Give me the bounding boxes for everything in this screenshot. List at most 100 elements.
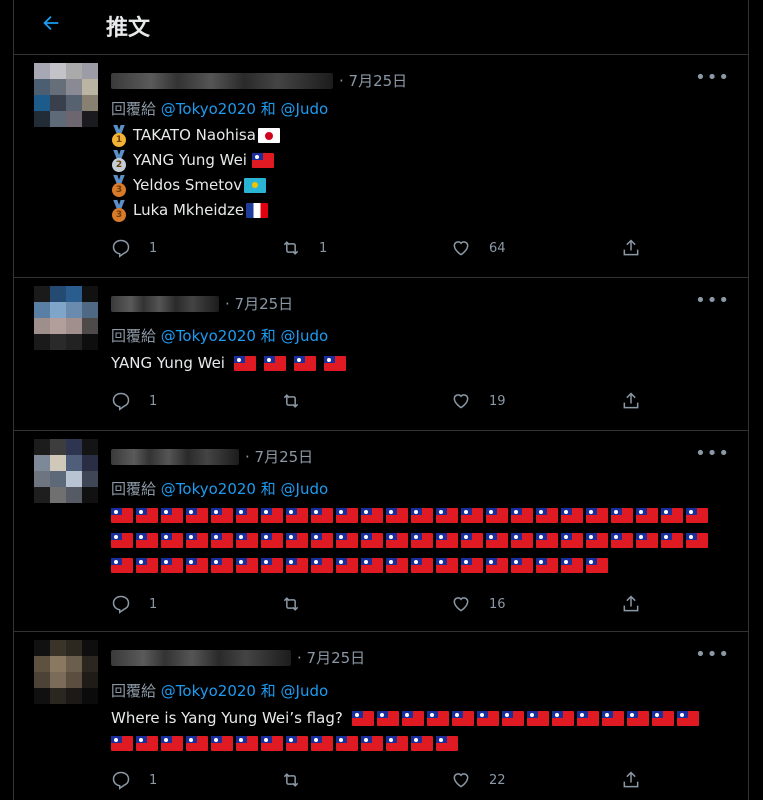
mention-link[interactable]: @Judo <box>281 100 329 118</box>
taiwan-flag-icon <box>511 558 533 573</box>
kazakhstan-flag-icon <box>244 178 267 193</box>
author-name[interactable]: · 7月25日 <box>111 647 365 668</box>
taiwan-flag-icon <box>261 558 283 573</box>
retweet-button[interactable] <box>281 391 319 411</box>
taiwan-flag-icon <box>293 356 316 371</box>
taiwan-flag-icon <box>261 533 283 548</box>
more-icon[interactable]: ••• <box>695 443 730 464</box>
tweet-date[interactable]: · 7月25日 <box>339 70 407 91</box>
mention-link[interactable]: @Tokyo2020 <box>161 682 256 700</box>
taiwan-flag-icon <box>186 736 208 751</box>
more-icon[interactable]: ••• <box>695 67 730 88</box>
reply-button[interactable]: 1 <box>111 391 157 411</box>
author-name[interactable]: · 7月25日 <box>111 446 313 467</box>
flag-row <box>351 709 702 727</box>
mention-link[interactable]: @Tokyo2020 <box>161 327 256 345</box>
mention-link[interactable]: @Judo <box>281 682 329 700</box>
taiwan-flag-icon <box>461 508 483 523</box>
share-button[interactable] <box>621 238 659 258</box>
reply-button[interactable]: 1 <box>111 238 157 258</box>
taiwan-flag-icon <box>586 533 608 548</box>
reply-button[interactable]: 1 <box>111 594 157 614</box>
taiwan-flag-icon <box>236 533 258 548</box>
reply-count: 1 <box>149 772 158 788</box>
tweet-text: 1 TAKATO Naohisa 2 YANG Yung Wei 3 Yeldos S… <box>111 123 280 223</box>
reply-icon <box>112 239 130 258</box>
retweet-icon <box>283 773 299 787</box>
like-button[interactable]: 22 <box>451 770 506 790</box>
more-icon[interactable]: ••• <box>695 644 730 665</box>
tweet[interactable]: · 7月25日 ••• 回覆給 @Tokyo2020 和 @Judo 1 16 <box>14 431 748 632</box>
tweet-text: Where is Yang Yung Wei’s flag? <box>111 706 702 756</box>
share-icon <box>623 239 639 256</box>
taiwan-flag-icon <box>626 711 649 726</box>
avatar[interactable] <box>34 439 98 503</box>
share-button[interactable] <box>621 391 659 411</box>
taiwan-flag-icon <box>486 508 508 523</box>
taiwan-flag-icon <box>561 533 583 548</box>
taiwan-flag-icon <box>323 356 346 371</box>
taiwan-flag-icon <box>161 558 183 573</box>
tweet[interactable]: · 7月25日 ••• 回覆給 @Tokyo2020 和 @Judo YANG … <box>14 278 748 431</box>
like-button[interactable]: 16 <box>451 594 506 614</box>
taiwan-flag-icon <box>636 533 658 548</box>
taiwan-flag-icon <box>336 508 358 523</box>
retweet-button[interactable] <box>281 770 319 790</box>
taiwan-flag-icon <box>511 508 533 523</box>
back-arrow-icon[interactable] <box>40 12 66 38</box>
mention-link[interactable]: @Tokyo2020 <box>161 480 256 498</box>
taiwan-flag-icon <box>361 558 383 573</box>
taiwan-flag-icon <box>386 533 408 548</box>
taiwan-flag-icon <box>211 508 233 523</box>
retweet-button[interactable]: 1 <box>281 238 327 258</box>
tweet-date[interactable]: · 7月25日 <box>245 446 313 467</box>
taiwan-flag-icon <box>136 736 158 751</box>
taiwan-flag-icon <box>501 711 524 726</box>
silver-medal-icon: 2 <box>111 149 127 172</box>
avatar[interactable] <box>34 286 98 350</box>
taiwan-flag-icon <box>111 508 133 523</box>
mention-link[interactable]: @Judo <box>281 327 329 345</box>
taiwan-flag-icon <box>311 558 333 573</box>
more-icon[interactable]: ••• <box>695 290 730 311</box>
avatar[interactable] <box>34 640 98 704</box>
author-name[interactable]: · 7月25日 <box>111 293 293 314</box>
like-button[interactable]: 19 <box>451 391 506 411</box>
author-name[interactable]: · 7月25日 <box>111 70 407 91</box>
tweet-date[interactable]: · 7月25日 <box>297 647 365 668</box>
mention-link[interactable]: @Tokyo2020 <box>161 100 256 118</box>
avatar[interactable] <box>34 63 98 127</box>
reply-prefix: 回覆給 <box>111 480 157 498</box>
taiwan-flag-icon <box>536 533 558 548</box>
reply-button[interactable]: 1 <box>111 770 157 790</box>
tweet-actions: 1 19 <box>111 391 641 415</box>
taiwan-flag-icon <box>401 711 424 726</box>
like-button[interactable]: 64 <box>451 238 506 258</box>
retweet-button[interactable] <box>281 594 319 614</box>
taiwan-flag-icon <box>411 558 433 573</box>
reply-conjunction: 和 <box>260 682 276 700</box>
share-icon <box>623 771 639 788</box>
timeline-column: 推文 · 7月25日 ••• 回覆給 @Tokyo2020 和 @Judo 1T… <box>13 0 749 800</box>
tweet-body-text: Where is Yang Yung Wei’s flag? <box>111 709 343 727</box>
taiwan-flag-icon <box>161 508 183 523</box>
blurred-username <box>111 448 239 465</box>
taiwan-flag-icon <box>211 736 233 751</box>
medal-line: 2 YANG Yung Wei <box>111 148 280 173</box>
taiwan-flag-icon <box>511 533 533 548</box>
tweet-date[interactable]: · 7月25日 <box>225 293 293 314</box>
taiwan-flag-icon <box>411 736 433 751</box>
taiwan-flag-icon <box>686 533 708 548</box>
taiwan-flag-icon <box>111 533 133 548</box>
taiwan-flag-icon <box>411 508 433 523</box>
reply-count: 1 <box>149 393 158 409</box>
tweet-body-text: YANG Yung Wei <box>111 354 225 372</box>
share-button[interactable] <box>621 594 659 614</box>
share-button[interactable] <box>621 770 659 790</box>
taiwan-flag-icon <box>311 736 333 751</box>
mention-link[interactable]: @Judo <box>281 480 329 498</box>
like-count: 19 <box>489 393 506 409</box>
retweet-icon <box>283 597 299 611</box>
tweet[interactable]: · 7月25日 ••• 回覆給 @Tokyo2020 和 @Judo Where… <box>14 632 748 800</box>
tweet[interactable]: · 7月25日 ••• 回覆給 @Tokyo2020 和 @Judo 1 TAKA… <box>14 55 748 278</box>
